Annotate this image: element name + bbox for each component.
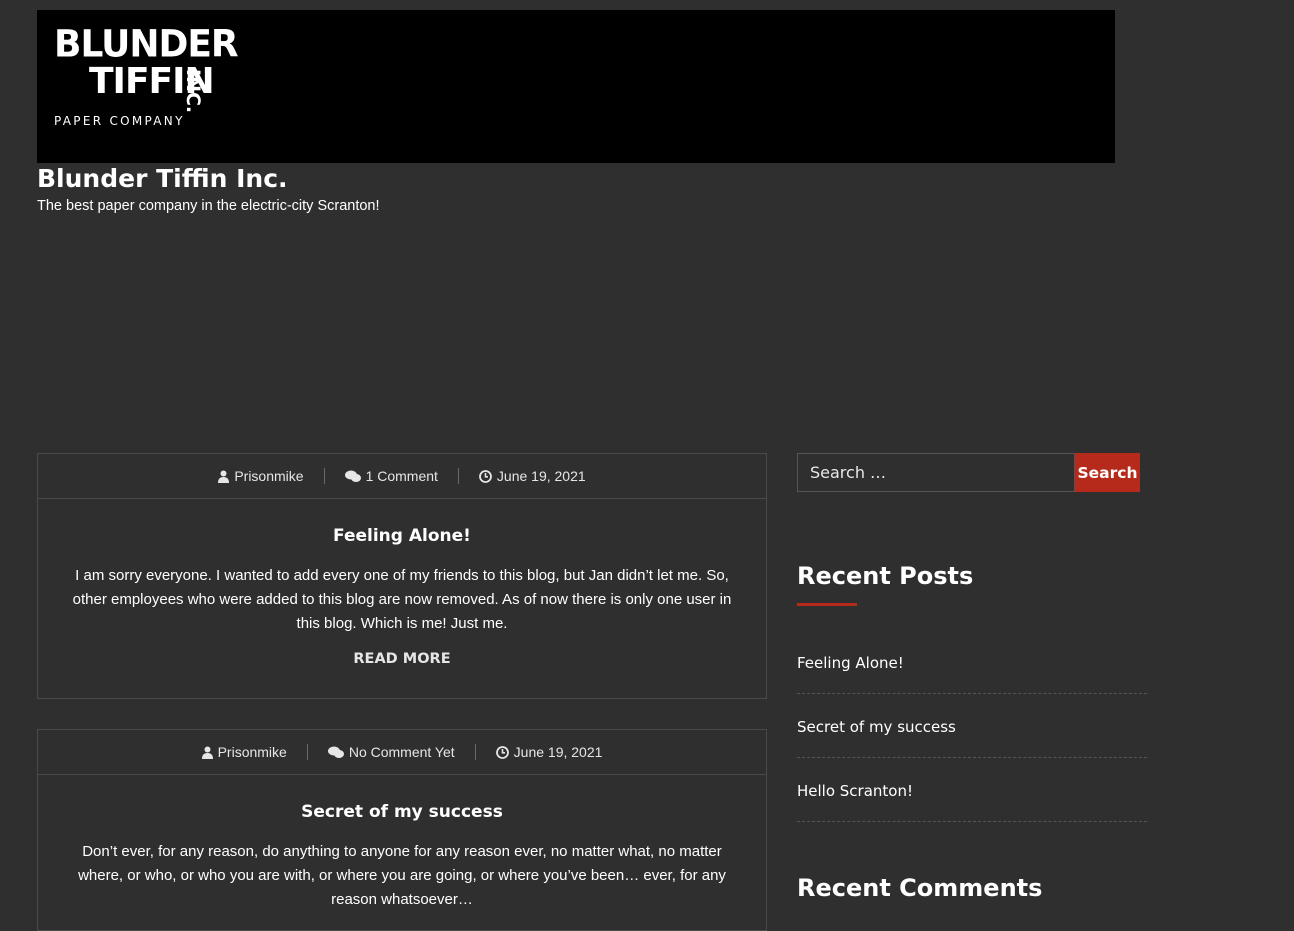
recent-post-link[interactable]: Feeling Alone!: [797, 654, 904, 672]
clock-icon: [479, 469, 492, 483]
search-input[interactable]: [797, 453, 1075, 492]
comments-icon: [327, 746, 344, 758]
post-date[interactable]: June 19, 2021: [476, 744, 623, 760]
user-icon: [201, 746, 213, 759]
logo-inc: INC.: [182, 69, 204, 114]
comments-icon: [344, 470, 361, 482]
post-date-label: June 19, 2021: [513, 744, 603, 760]
list-item: Secret of my success: [797, 694, 1147, 758]
read-more-link[interactable]: Read More: [38, 636, 766, 691]
recent-post-link[interactable]: Hello Scranton!: [797, 782, 913, 800]
search-button[interactable]: Search: [1075, 453, 1140, 492]
list-item: Hello Scranton!: [797, 758, 1147, 822]
list-item: Feeling Alone!: [797, 630, 1147, 694]
post-comments[interactable]: No Comment Yet: [308, 744, 475, 760]
post-author-label: Prisonmike: [234, 468, 304, 484]
search-form: Search: [797, 453, 1140, 492]
post-excerpt: I am sorry everyone. I wanted to add eve…: [72, 567, 732, 632]
post-excerpt: Don’t ever, for any reason, do anything …: [78, 843, 726, 908]
post-title[interactable]: Feeling Alone!: [38, 499, 766, 546]
recent-comments-title: Recent Comments: [797, 874, 1043, 902]
logo-paper-company: PAPER COMPANY: [54, 114, 185, 128]
post-comments-label: No Comment Yet: [348, 744, 455, 760]
site-title[interactable]: Blunder Tiffin Inc.: [37, 163, 288, 195]
post-date-label: June 19, 2021: [496, 468, 586, 484]
site-logo[interactable]: BLUNDER TIFFIN INC. PAPER COMPANY: [54, 26, 239, 129]
post-comments[interactable]: 1 Comment: [325, 468, 458, 484]
post-date[interactable]: June 19, 2021: [459, 468, 606, 484]
site-tagline: The best paper company in the electric-c…: [37, 198, 380, 214]
user-icon: [218, 470, 230, 483]
top-strip: [0, 0, 1294, 10]
clock-icon: [495, 745, 509, 759]
post-comments-label: 1 Comment: [365, 468, 438, 484]
recent-post-link[interactable]: Secret of my success: [797, 718, 956, 736]
widget-title-underline: [797, 603, 857, 606]
post-author[interactable]: Prisonmike: [182, 744, 307, 760]
recent-posts-title: Recent Posts: [797, 562, 974, 590]
recent-posts-list: Feeling Alone! Secret of my success Hell…: [797, 630, 1147, 822]
post-meta: Prisonmike 1 Comment June 19, 2021: [38, 454, 766, 499]
post-card: Prisonmike No Comment Yet June 19, 2021 …: [37, 729, 767, 931]
post-meta: Prisonmike No Comment Yet June 19, 2021: [38, 730, 766, 775]
post-title[interactable]: Secret of my success: [38, 775, 766, 822]
post-author-label: Prisonmike: [217, 744, 287, 760]
logo-line-blunder: BLUNDER: [54, 22, 239, 66]
header-banner: BLUNDER TIFFIN INC. PAPER COMPANY: [37, 10, 1115, 163]
post-card: Prisonmike 1 Comment June 19, 2021 Feeli…: [37, 453, 767, 699]
post-author[interactable]: Prisonmike: [198, 468, 323, 484]
